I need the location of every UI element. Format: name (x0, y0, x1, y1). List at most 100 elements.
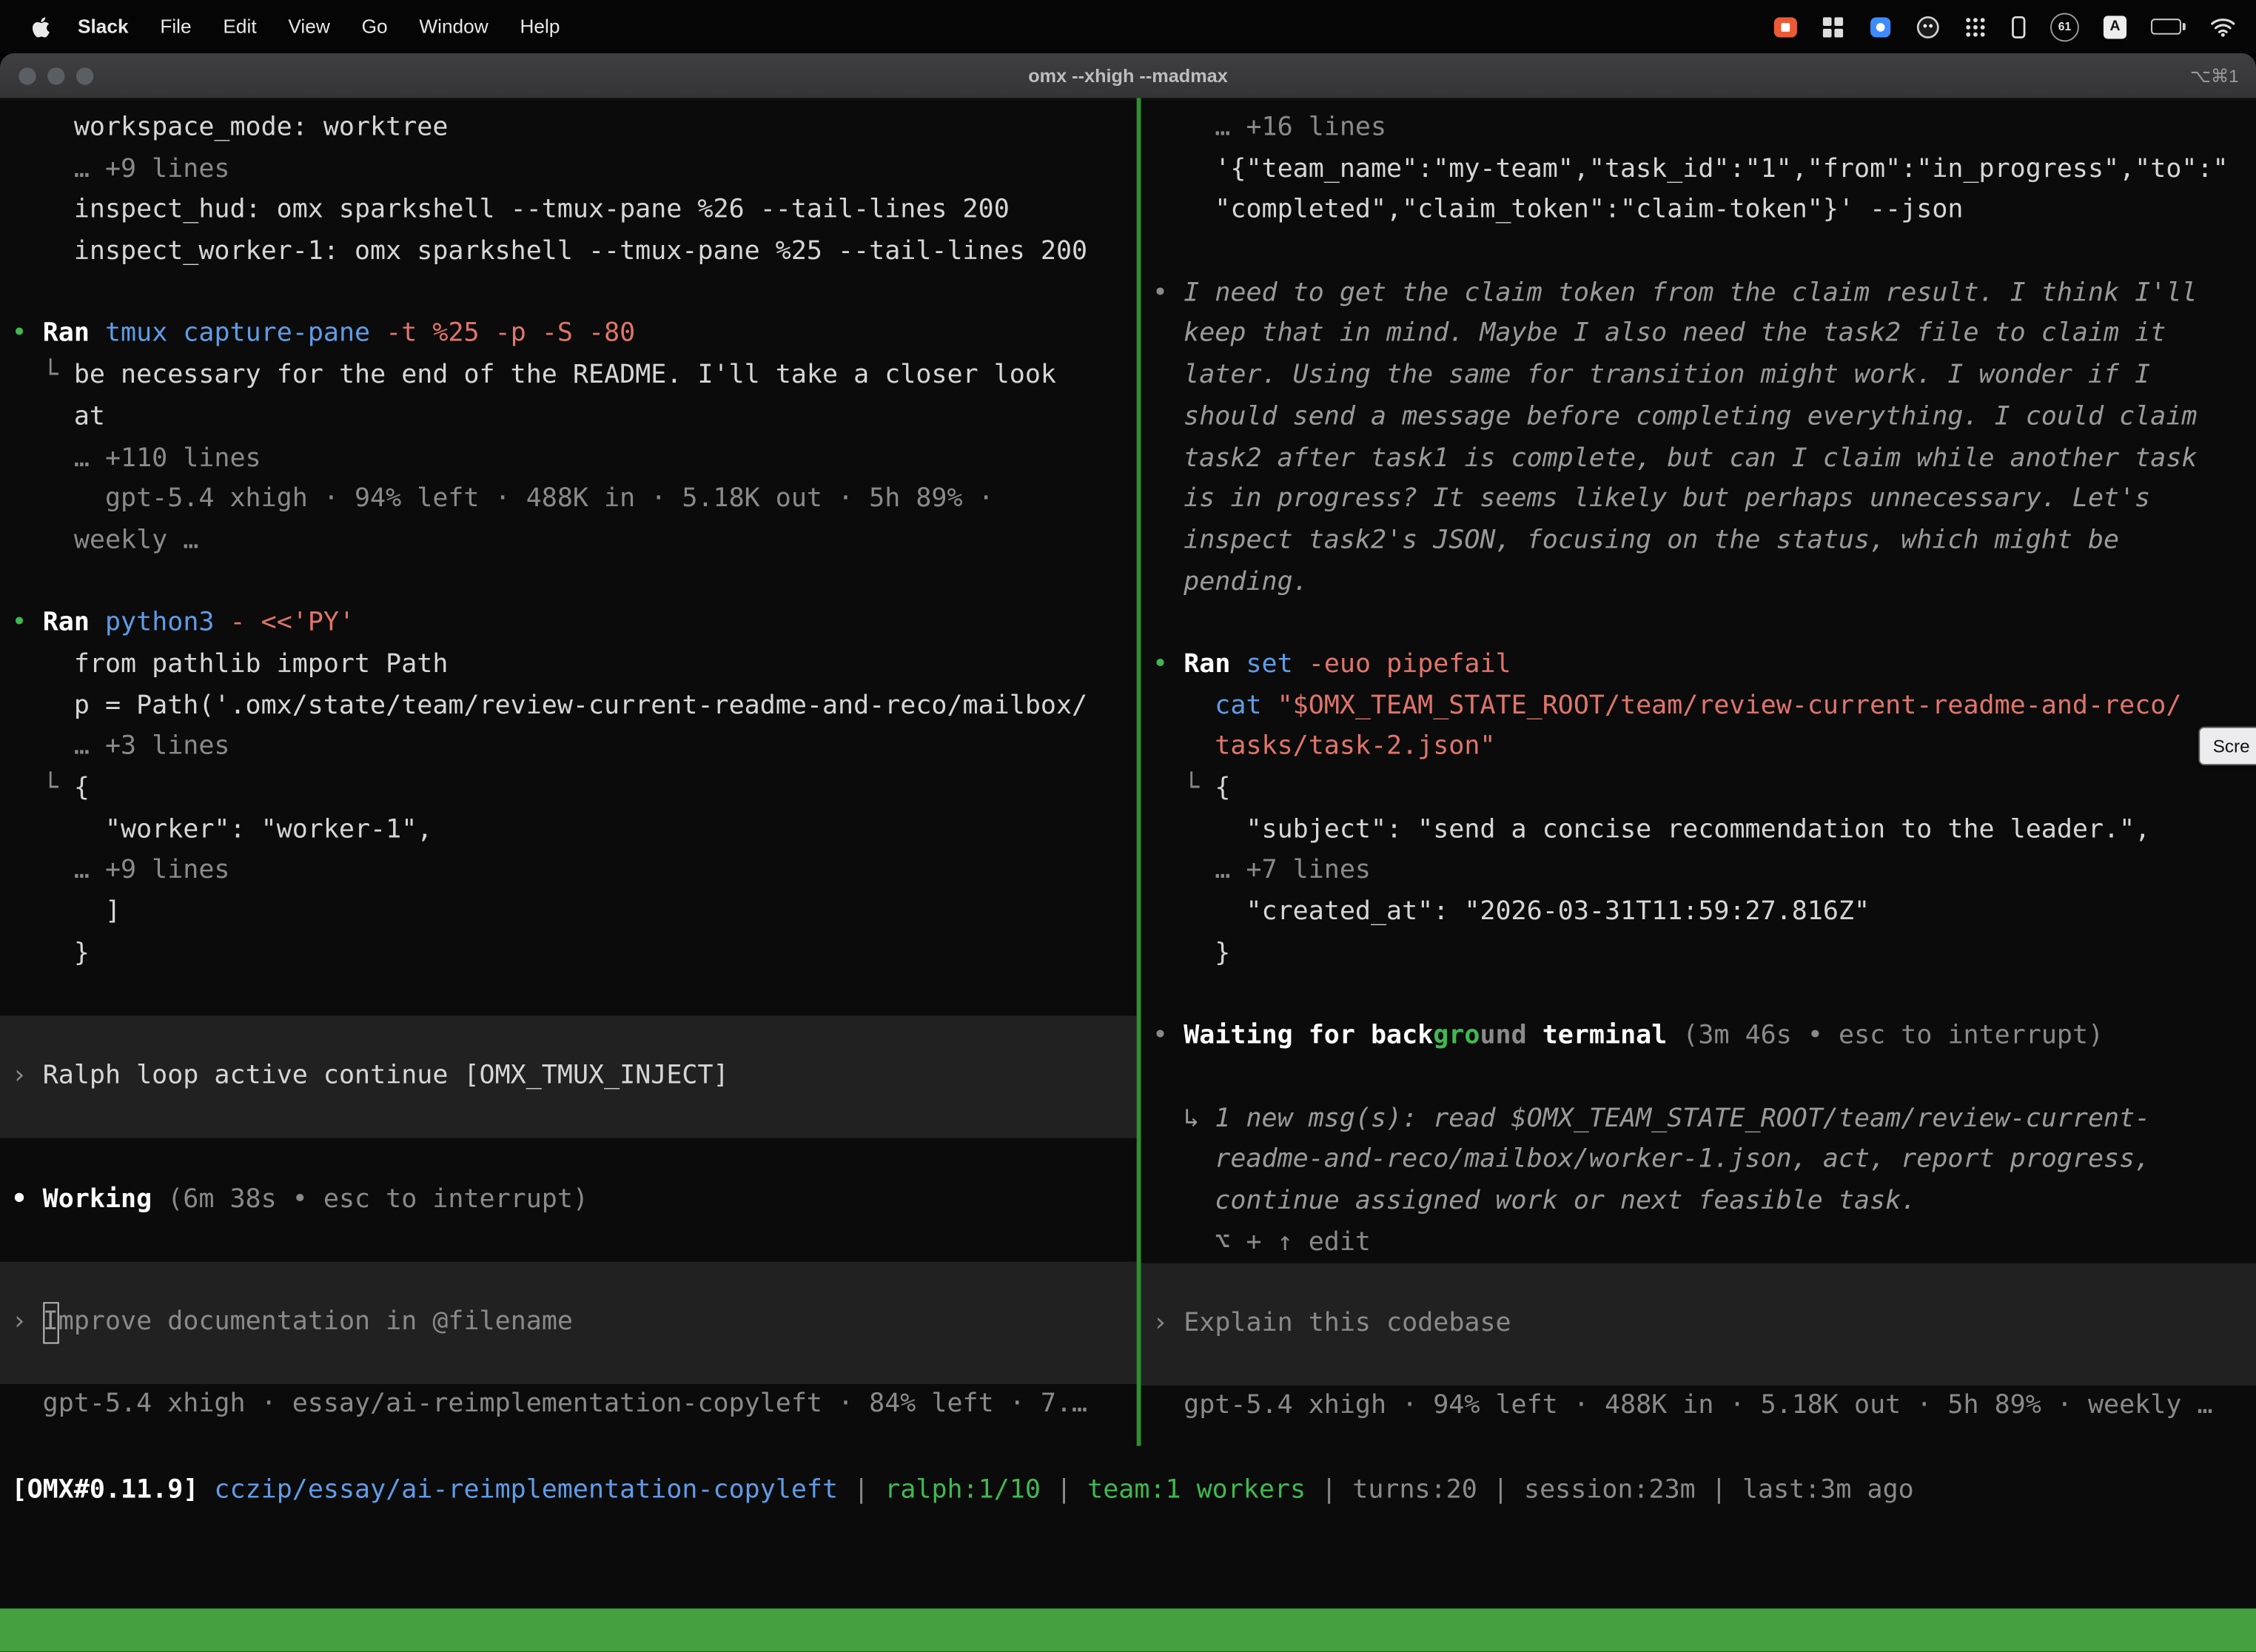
terminal-line (1141, 975, 2256, 1016)
battery-gauge-icon[interactable]: 61 (2050, 13, 2079, 41)
terminal-line (0, 562, 1137, 603)
battery-gauge-value: 61 (2058, 20, 2071, 33)
window-shortcut-badge: ⌥⌘1 (2190, 53, 2239, 98)
terminal-left-pane[interactable]: workspace_mode: worktree … +9 lines insp… (0, 98, 1137, 1446)
terminal-line: should send a message before completing … (1141, 397, 2256, 438)
terminal-line (0, 1220, 1137, 1262)
menu-bar: Slack File Edit View Go Window Help 61 (0, 0, 2256, 53)
prompt-band[interactable]: › Ralph loop active continue [OMX_TMUX_I… (0, 1016, 1137, 1138)
terminal-line: continue assigned work or next feasible … (1141, 1181, 2256, 1223)
window-title: omx --xhigh --madmax (1028, 64, 1228, 86)
terminal-line: … +16 lines (1141, 108, 2256, 150)
terminal-line: keep that in mind. Maybe I also need the… (1141, 315, 2256, 356)
terminal-line: └ { (1141, 768, 2256, 810)
terminal-line: gpt-5.4 xhigh · 94% left · 488K in · 5.1… (1141, 1386, 2256, 1427)
blue-app-icon[interactable] (1869, 15, 1892, 38)
keyboard-layout-icon[interactable]: A (2104, 15, 2126, 38)
prompt-line: › Ralph loop active continue [OMX_TMUX_I… (0, 1056, 1137, 1098)
menu-item-app[interactable]: Slack (62, 16, 144, 37)
terminal-line (0, 273, 1137, 315)
terminal-line: • Ran python3 - <<'PY' (0, 603, 1137, 645)
menu-item-file[interactable]: File (144, 16, 207, 37)
terminal-right-pane[interactable]: … +16 lines '{"team_name":"my-team","tas… (1141, 98, 2256, 1446)
terminal-line: workspace_mode: worktree (0, 108, 1137, 150)
terminal-line: … +7 lines (1141, 851, 2256, 893)
window-grid-icon[interactable] (1822, 15, 1844, 38)
dots-grid-icon[interactable] (1964, 15, 1987, 38)
terminal-line: '{"team_name":"my-team","task_id":"1","f… (1141, 150, 2256, 191)
minimize-button[interactable] (47, 67, 64, 84)
terminal-line: cat "$OMX_TEAM_STATE_ROOT/team/review-cu… (1141, 686, 2256, 728)
terminal-line: is in progress? It seems likely but perh… (1141, 480, 2256, 521)
terminal-line: from pathlib import Path (0, 645, 1137, 686)
menu-item-help[interactable]: Help (504, 16, 576, 37)
terminal-line: weekly … (0, 520, 1137, 562)
wifi-icon[interactable] (2210, 16, 2236, 36)
prompt-line: › Explain this codebase (1141, 1304, 2256, 1346)
terminal-line: ] (0, 892, 1137, 933)
terminal-line: gpt-5.4 xhigh · 94% left · 488K in · 5.1… (0, 480, 1137, 521)
terminal-line: at (0, 397, 1137, 438)
menu-item-go[interactable]: Go (346, 16, 403, 37)
terminal-line: • Ran tmux capture-pane -t %25 -p -S -80 (0, 315, 1137, 356)
apple-icon (32, 15, 50, 38)
terminal-line: • I need to get the claim token from the… (1141, 273, 2256, 315)
terminal-line: gpt-5.4 xhigh · essay/ai-reimplementatio… (0, 1383, 1137, 1425)
menu-bar-status-icons: 61 A (1774, 13, 2236, 41)
menu-item-edit[interactable]: Edit (207, 16, 272, 37)
terminal-line: "completed","claim_token":"claim-token"}… (1141, 190, 2256, 232)
omx-status-line: [OMX#0.11.9] cczip/essay/ai-reimplementa… (0, 1471, 2256, 1512)
terminal-window: omx --xhigh --madmax ⌥⌘1 workspace_mode:… (0, 53, 2256, 1652)
terminal-line: inspect_worker-1: omx sparkshell --tmux-… (0, 232, 1137, 273)
battery-icon[interactable] (2151, 19, 2186, 34)
iphone-icon[interactable] (2012, 15, 2026, 38)
screen-recording-icon[interactable] (1774, 16, 1797, 36)
terminal-line: "worker": "worker-1", (0, 810, 1137, 851)
terminal-line: inspect task2's JSON, focusing on the st… (1141, 520, 2256, 562)
tmux-status-bar: [omx-cczip0:bash* "MacBook-Pro-44.local"… (0, 1608, 2256, 1651)
terminal-line: … +110 lines (0, 438, 1137, 480)
menu-item-view[interactable]: View (272, 16, 346, 37)
terminal-line: task2 after task1 is complete, but can I… (1141, 438, 2256, 480)
terminal-line: • Ran set -euo pipefail (1141, 645, 2256, 686)
terminal-line: p = Path('.omx/state/team/review-current… (0, 686, 1137, 728)
terminal-line (0, 975, 1137, 1016)
prompt-band[interactable]: › Explain this codebase (1141, 1263, 2256, 1386)
terminal-line: └ be necessary for the end of the README… (0, 355, 1137, 397)
terminal-line (1141, 1057, 2256, 1098)
traffic-lights (19, 53, 93, 98)
keyboard-layout-letter: A (2109, 19, 2120, 34)
zoom-button[interactable] (76, 67, 93, 84)
prompt-line: › Improve documentation in @filename (0, 1302, 1137, 1343)
terminal-line: } (0, 933, 1137, 975)
terminal-line: [OMX#0.11.9] cczip/essay/ai-reimplementa… (0, 1471, 2256, 1512)
terminal-line: • Waiting for background terminal (3m 46… (1141, 1016, 2256, 1058)
terminal-line: ⌥ + ↑ edit (1141, 1222, 2256, 1263)
terminal-line: tasks/task-2.json" (1141, 727, 2256, 768)
terminal-line: … +9 lines (0, 851, 1137, 893)
terminal-line: pending. (1141, 562, 2256, 603)
terminal-line (1141, 603, 2256, 645)
screen: Slack File Edit View Go Window Help 61 (0, 0, 2256, 1652)
apple-menu[interactable] (20, 15, 61, 38)
terminal-line: • Working (6m 38s • esc to interrupt) (0, 1179, 1137, 1220)
tooltip: Scre (2198, 727, 2256, 765)
terminal-line: … +3 lines (0, 727, 1137, 768)
terminal-line: "subject": "send a concise recommendatio… (1141, 810, 2256, 851)
terminal-line: … +9 lines (0, 150, 1137, 191)
terminal-line: "created_at": "2026-03-31T11:59:27.816Z" (1141, 892, 2256, 933)
terminal-line: ↳ 1 new msg(s): read $OMX_TEAM_STATE_ROO… (1141, 1098, 2256, 1140)
close-button[interactable] (19, 67, 36, 84)
terminal-line (1141, 232, 2256, 273)
terminal-line: └ { (0, 768, 1137, 810)
prompt-band[interactable]: › Improve documentation in @filename (0, 1262, 1137, 1384)
terminal-line: } (1141, 933, 2256, 975)
terminal-line: readme-and-reco/mailbox/worker-1.json, a… (1141, 1140, 2256, 1181)
dark-app-icon[interactable] (1916, 15, 1939, 38)
menu-item-window[interactable]: Window (403, 16, 504, 37)
terminal-line: later. Using the same for transition mig… (1141, 355, 2256, 397)
terminal-line: inspect_hud: omx sparkshell --tmux-pane … (0, 190, 1137, 232)
tooltip-text: Scre (2213, 736, 2250, 756)
window-title-bar[interactable]: omx --xhigh --madmax ⌥⌘1 (0, 53, 2256, 99)
terminal-line (0, 1138, 1137, 1179)
